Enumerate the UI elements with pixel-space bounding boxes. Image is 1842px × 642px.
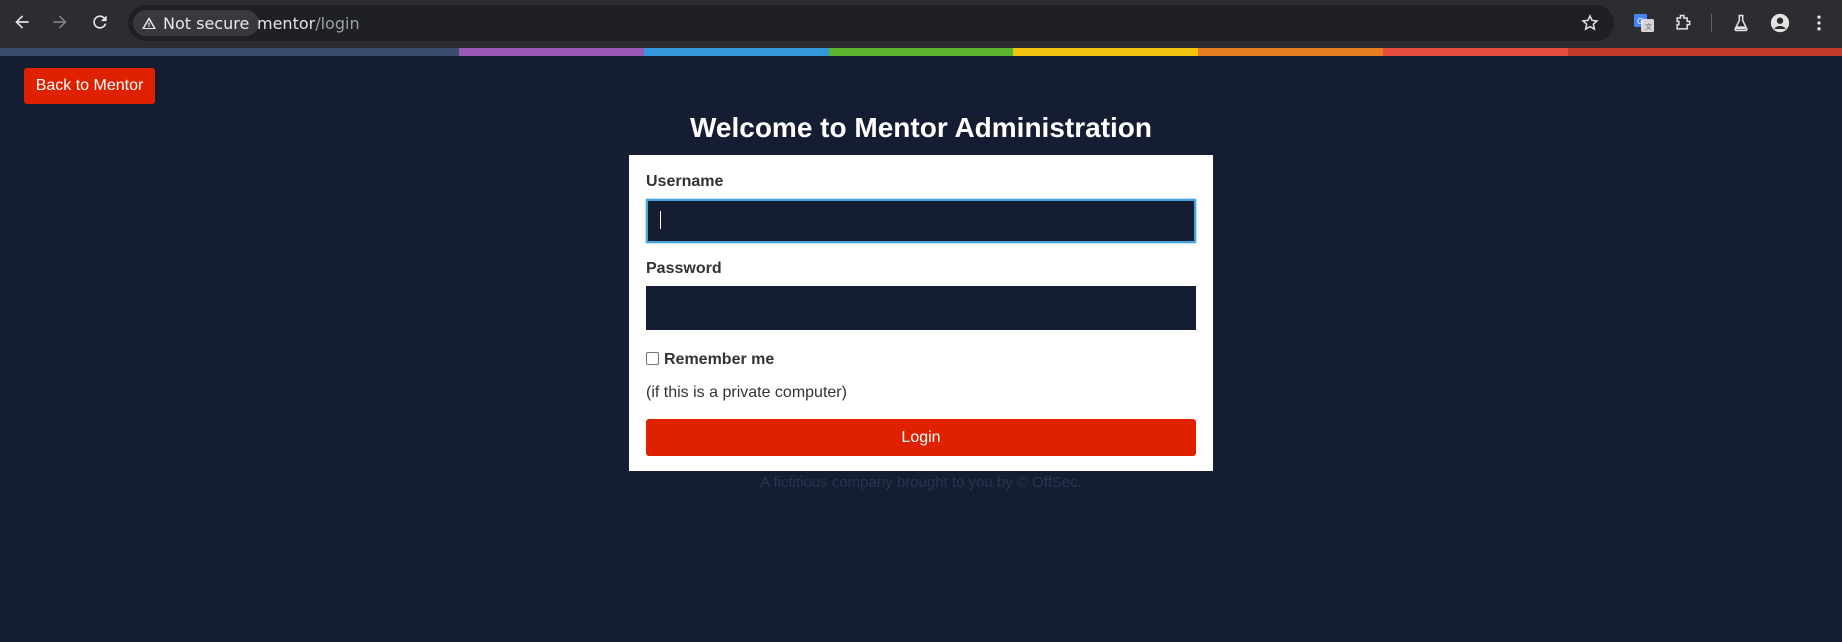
- browser-toolbar: Not secure mentor/login G文: [0, 0, 1842, 48]
- rainbow-segment: [0, 48, 459, 56]
- url-text[interactable]: mentor/login: [257, 14, 360, 33]
- rainbow-segment: [459, 48, 644, 56]
- remember-me-row[interactable]: Remember me: [646, 351, 774, 369]
- address-bar[interactable]: Not secure mentor/login: [128, 5, 1614, 41]
- more-menu-icon[interactable]: [1808, 12, 1830, 34]
- reload-icon[interactable]: [88, 10, 112, 34]
- toolbar-divider: [1711, 14, 1712, 32]
- url-host: mentor: [257, 14, 316, 33]
- rainbow-segment: [1383, 48, 1568, 56]
- profile-avatar-icon[interactable]: [1769, 12, 1791, 34]
- labs-flask-icon[interactable]: [1730, 12, 1752, 34]
- svg-text:G: G: [1637, 17, 1643, 26]
- back-arrow-icon[interactable]: [10, 10, 34, 34]
- warning-triangle-icon: [142, 17, 156, 29]
- login-button[interactable]: Login: [646, 419, 1196, 456]
- username-field[interactable]: [646, 199, 1196, 243]
- rainbow-segment: [1198, 48, 1383, 56]
- svg-text:文: 文: [1645, 22, 1652, 31]
- rainbow-segment: [1568, 48, 1842, 56]
- security-label: Not secure: [163, 13, 250, 33]
- google-translate-icon[interactable]: G文: [1633, 12, 1655, 34]
- password-field[interactable]: [646, 286, 1196, 330]
- rainbow-strip: [0, 48, 1842, 56]
- back-to-mentor-button[interactable]: Back to Mentor: [24, 68, 155, 104]
- forward-arrow-icon[interactable]: [48, 10, 72, 34]
- text-cursor: [660, 211, 661, 229]
- security-indicator[interactable]: Not secure: [133, 10, 260, 36]
- remember-me-label[interactable]: Remember me: [664, 351, 774, 369]
- footer-text: A fictitious company brought to you by ©…: [760, 474, 1082, 491]
- page-title: Welcome to Mentor Administration: [689, 112, 1153, 143]
- rainbow-segment: [1013, 48, 1198, 56]
- bookmark-star-icon[interactable]: [1580, 13, 1600, 33]
- remember-hint: (if this is a private computer): [646, 384, 847, 401]
- username-label: Username: [646, 173, 724, 190]
- extensions-puzzle-icon[interactable]: [1672, 12, 1694, 34]
- password-label: Password: [646, 260, 722, 277]
- url-path: /login: [315, 14, 360, 33]
- remember-me-checkbox[interactable]: [646, 351, 659, 365]
- rainbow-segment: [829, 48, 1013, 56]
- rainbow-segment: [644, 48, 829, 56]
- login-form: Username Password Remember me (if this i…: [629, 155, 1213, 471]
